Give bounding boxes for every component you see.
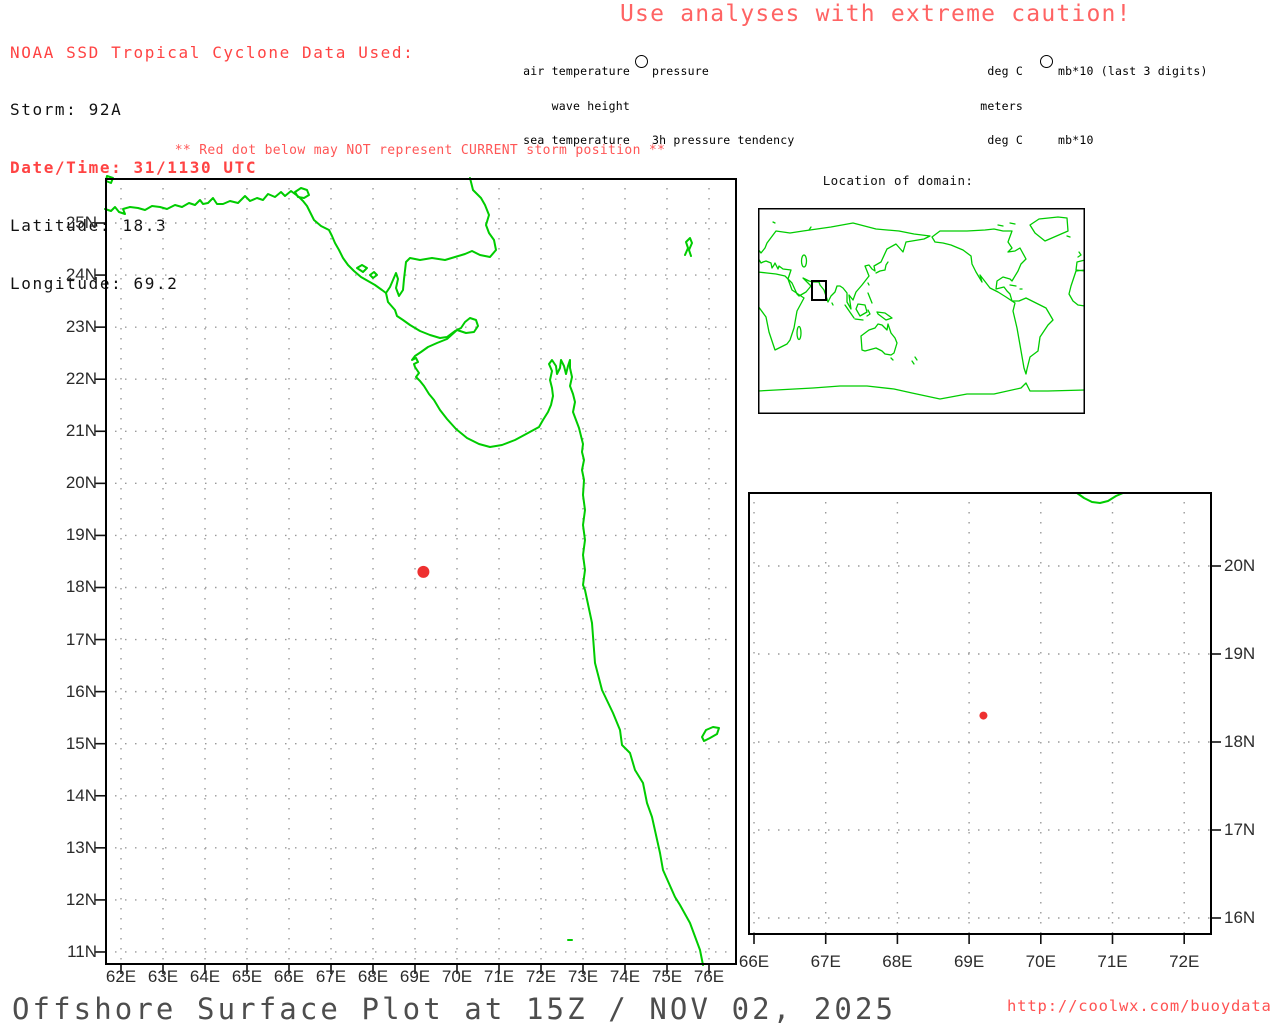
axis-label: 15N bbox=[65, 733, 97, 753]
axis-label: 75E bbox=[651, 967, 683, 986]
main-map-coastline bbox=[104, 175, 720, 966]
station-model-legend-right: pressure 3h pressure tendency bbox=[652, 43, 872, 158]
axis-label: 17N bbox=[65, 629, 97, 649]
axis-label: 68E bbox=[357, 967, 389, 986]
units-legend-right: mb*10 (last 3 digits) mb*10 bbox=[1058, 43, 1278, 158]
axis-label: 18N bbox=[65, 577, 97, 597]
storm-info-header: NOAA SSD Tropical Cyclone Data Used: bbox=[10, 42, 415, 62]
axis-label: 70E bbox=[1025, 952, 1056, 971]
axis-label: 76E bbox=[693, 967, 725, 986]
axis-label: 17N bbox=[1224, 820, 1256, 839]
storm-position-note: ** Red dot below may NOT represent CURRE… bbox=[174, 143, 666, 158]
source-url: http://coolwx.com/buoydata bbox=[1007, 997, 1272, 1015]
units-deg-c-1: deg C bbox=[987, 64, 1023, 78]
domain-inset-title: Location of domain: bbox=[822, 173, 974, 188]
units-deg-c-2: deg C bbox=[987, 133, 1023, 147]
station-model-circle bbox=[635, 55, 648, 68]
axis-label: 70E bbox=[441, 967, 473, 986]
axis-label: 72E bbox=[1169, 952, 1200, 971]
axis-label: 22N bbox=[65, 369, 97, 389]
units-model-circle bbox=[1040, 55, 1053, 68]
main-map-ticks bbox=[95, 222, 710, 974]
plot-title: Offshore Surface Plot at 15Z / NOV 02, 2… bbox=[12, 992, 897, 1026]
station-model-legend-left: air temperature wave height sea temperat… bbox=[480, 43, 630, 158]
axis-label: 62E bbox=[105, 967, 137, 986]
axis-label: 24N bbox=[65, 265, 97, 285]
axis-label: 20N bbox=[1224, 556, 1256, 575]
world-inset-map bbox=[758, 208, 1085, 414]
zoom-map-gridlines bbox=[748, 492, 1212, 935]
world-coastline bbox=[758, 216, 1085, 400]
axis-label: 21N bbox=[65, 421, 97, 441]
axis-label: 71E bbox=[1097, 952, 1128, 971]
axis-label: 66E bbox=[273, 967, 305, 986]
caution-headline: Use analyses with extreme caution! bbox=[620, 1, 1132, 27]
storm-datetime: Date/Time: 31/1130 UTC bbox=[10, 158, 258, 178]
axis-label: 68E bbox=[882, 952, 913, 971]
axis-label: 65E bbox=[231, 967, 263, 986]
axis-label: 12N bbox=[65, 889, 97, 909]
legend-pressure-tendency: 3h pressure tendency bbox=[652, 133, 795, 147]
axis-label: 19N bbox=[1224, 644, 1256, 663]
axis-label: 74E bbox=[609, 967, 641, 986]
axis-label: 13N bbox=[65, 837, 97, 857]
storm-position-dot-main bbox=[417, 565, 430, 578]
axis-label: 19N bbox=[65, 525, 97, 545]
storm-id: Storm: 92A bbox=[10, 100, 123, 120]
buoy-plot-page: { "storm_info": { "header": "NOAA SSD Tr… bbox=[0, 0, 1280, 1026]
axis-label: 16N bbox=[65, 681, 97, 701]
units-mb10-last3: mb*10 (last 3 digits) bbox=[1058, 64, 1208, 78]
axis-label: 23N bbox=[65, 317, 97, 337]
axis-label: 18N bbox=[1224, 732, 1256, 751]
storm-position-dot-zoom bbox=[979, 711, 988, 720]
legend-air-temperature: air temperature bbox=[523, 64, 630, 78]
axis-label: 66E bbox=[738, 952, 770, 971]
legend-pressure: pressure bbox=[652, 64, 709, 78]
axis-label: 20N bbox=[65, 473, 97, 493]
zoom-map-coastline bbox=[1076, 492, 1124, 504]
axis-label: 72E bbox=[525, 967, 557, 986]
axis-label: 25N bbox=[65, 213, 97, 232]
axis-label: 64E bbox=[189, 967, 221, 986]
axis-label: 67E bbox=[315, 967, 347, 986]
units-mb10: mb*10 bbox=[1058, 133, 1094, 147]
axis-label: 14N bbox=[65, 785, 97, 805]
axis-label: 16N bbox=[1224, 908, 1256, 927]
axis-label: 69E bbox=[953, 952, 985, 971]
axis-label: 67E bbox=[810, 952, 841, 971]
legend-wave-height: wave height bbox=[551, 98, 630, 113]
main-map bbox=[95, 175, 737, 974]
zoom-map bbox=[748, 492, 1221, 944]
zoom-map-frame bbox=[748, 492, 1212, 935]
axis-label: 73E bbox=[567, 967, 599, 986]
axis-label: 63E bbox=[147, 967, 179, 986]
units-meters: meters bbox=[980, 98, 1023, 113]
units-legend-left: deg C meters deg C bbox=[923, 43, 1023, 158]
axis-label: 71E bbox=[483, 967, 515, 986]
zoom-map-ticks bbox=[753, 565, 1221, 944]
axis-label: 11N bbox=[67, 941, 97, 961]
axis-label: 69E bbox=[399, 967, 431, 986]
